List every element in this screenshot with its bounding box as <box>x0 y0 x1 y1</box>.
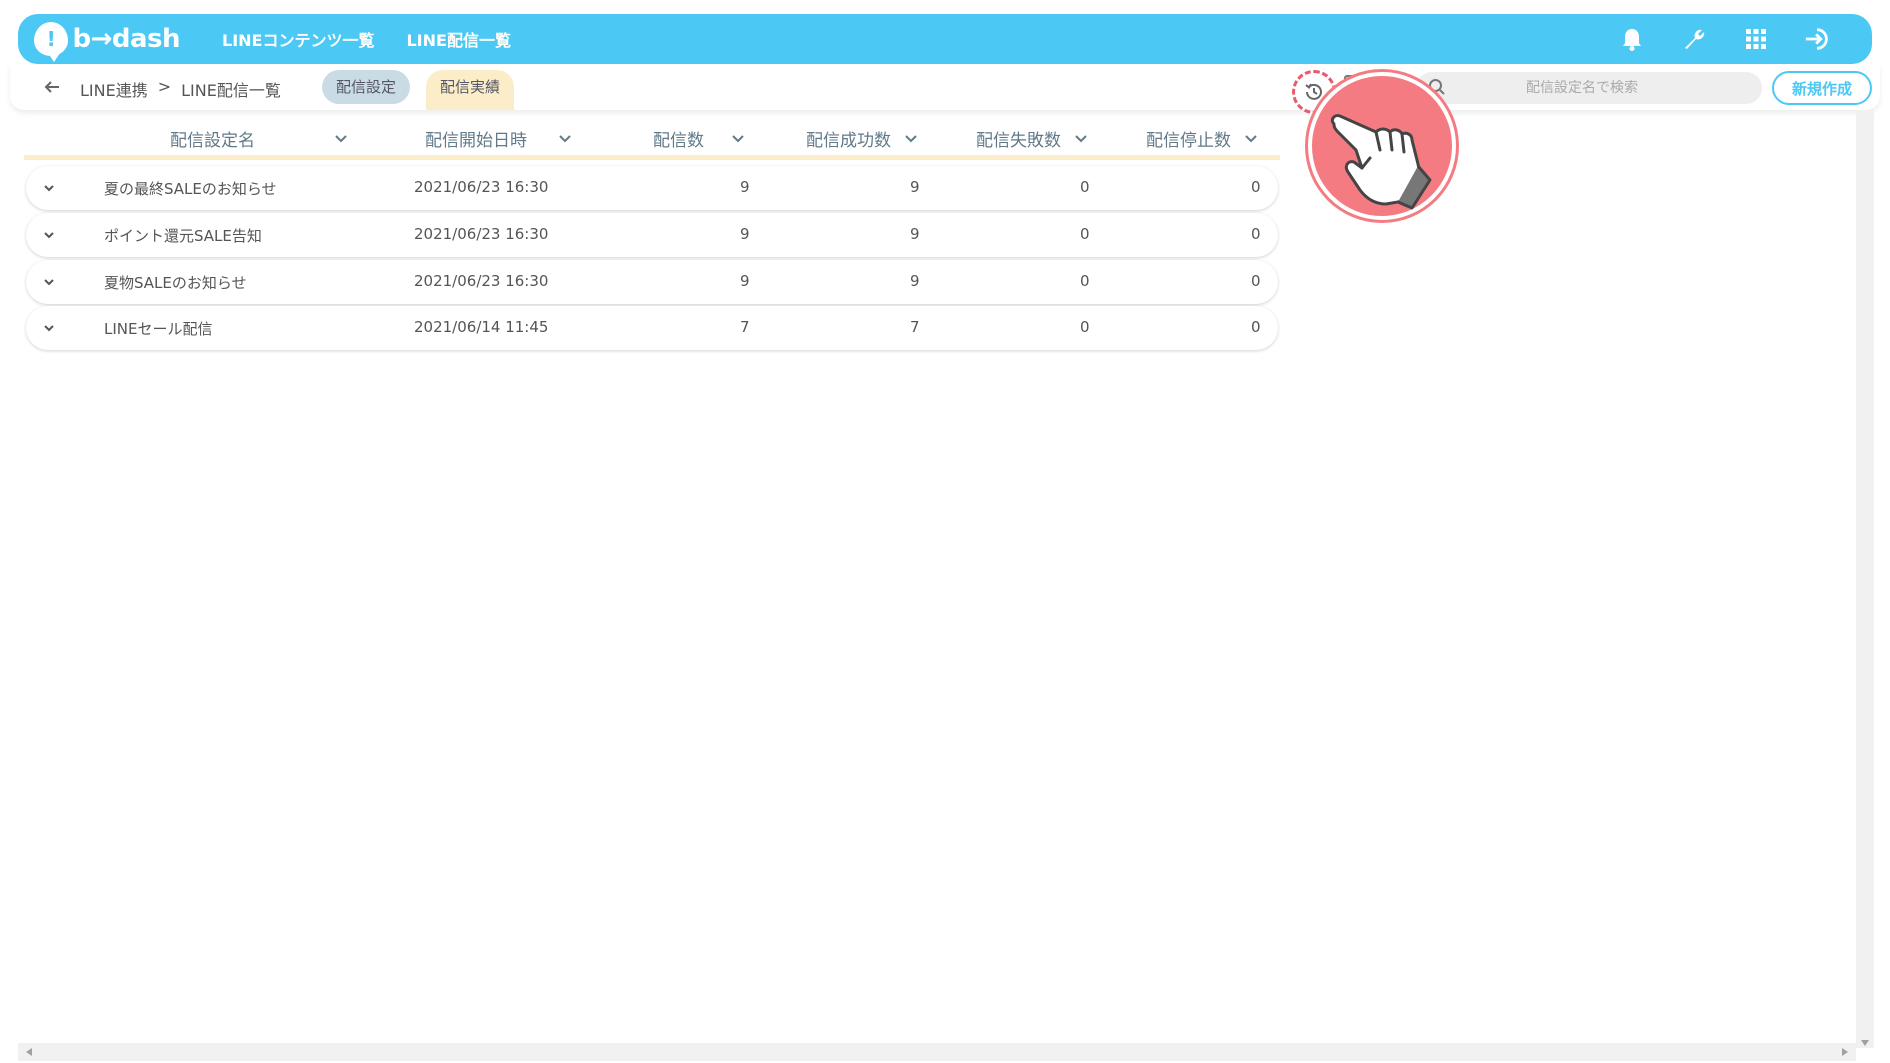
column-header-sent[interactable]: 配信数 <box>653 126 746 151</box>
breadcrumb-separator: > <box>157 77 172 96</box>
grid-icon[interactable] <box>1742 25 1770 53</box>
cell-stopped: 0 <box>1251 178 1261 196</box>
cell-sent: 9 <box>740 272 750 290</box>
cell-sent: 7 <box>740 318 750 336</box>
table-row[interactable]: 夏の最終SALEのお知らせ 2021/06/23 16:30 9 9 0 0 <box>26 166 1278 210</box>
chevron-down-icon[interactable] <box>40 226 58 244</box>
chevron-down-icon <box>1245 134 1257 142</box>
column-header-label: 配信数 <box>653 131 704 151</box>
table-row[interactable]: 夏物SALEのお知らせ 2021/06/23 16:30 9 9 0 0 <box>26 260 1278 304</box>
scroll-right-arrow-icon[interactable] <box>1842 1048 1848 1056</box>
back-arrow-icon[interactable] <box>40 75 64 99</box>
column-header-name[interactable]: 配信設定名 <box>170 126 349 151</box>
cell-sent: 9 <box>740 178 750 196</box>
breadcrumb-line-integration[interactable]: LINE連携 <box>80 77 148 101</box>
cell-name: 夏の最終SALEのお知らせ <box>104 180 277 198</box>
cell-start: 2021/06/23 16:30 <box>414 178 549 196</box>
breadcrumb: LINE連携 > LINE配信一覧 <box>80 77 281 101</box>
column-header-success[interactable]: 配信成功数 <box>806 126 919 151</box>
tab-delivery-settings[interactable]: 配信設定 <box>322 70 411 104</box>
chevron-down-icon <box>1075 134 1087 142</box>
sub-toolbar: LINE連携 > LINE配信一覧 配信設定 配信実績 新規作成 <box>10 64 1880 114</box>
cell-start: 2021/06/14 11:45 <box>414 318 549 336</box>
top-icons <box>1618 14 1832 64</box>
cell-failed: 0 <box>1080 178 1090 196</box>
column-header-label: 配信設定名 <box>170 131 255 151</box>
chevron-down-icon[interactable] <box>40 179 58 197</box>
column-header-label: 配信失敗数 <box>976 131 1061 151</box>
cell-failed: 0 <box>1080 225 1090 243</box>
column-header-start[interactable]: 配信開始日時 <box>425 126 573 151</box>
bell-icon[interactable] <box>1618 25 1646 53</box>
column-header-label: 配信成功数 <box>806 131 891 151</box>
table-header: 配信設定名 配信開始日時 配信数 配信成功数 配信失敗数 配信停止数 <box>24 120 1280 160</box>
table-row[interactable]: ポイント還元SALE告知 2021/06/23 16:30 9 9 0 0 <box>26 213 1278 257</box>
column-header-label: 配信停止数 <box>1146 131 1231 151</box>
tab-delivery-results[interactable]: 配信実績 <box>426 70 515 110</box>
nav-line-delivery-list[interactable]: LINE配信一覧 <box>406 27 510 51</box>
top-header: ! b→dash LINEコンテンツ一覧 LINE配信一覧 <box>18 14 1872 64</box>
cell-success: 9 <box>910 225 920 243</box>
vertical-scrollbar[interactable] <box>1856 110 1874 1048</box>
logo-bubble-icon: ! <box>34 22 69 62</box>
cell-name: LINEセール配信 <box>104 320 213 338</box>
pointing-hand-icon <box>1308 72 1456 220</box>
cell-stopped: 0 <box>1251 225 1261 243</box>
cell-success: 9 <box>910 272 920 290</box>
table-row[interactable]: LINEセール配信 2021/06/14 11:45 7 7 0 0 <box>26 306 1278 350</box>
breadcrumb-current: LINE配信一覧 <box>181 81 281 100</box>
chevron-down-icon[interactable] <box>40 273 58 291</box>
chevron-down-icon <box>732 134 744 142</box>
horizontal-scrollbar[interactable] <box>18 1043 1856 1061</box>
logo[interactable]: ! b→dash <box>34 19 180 62</box>
cell-stopped: 0 <box>1251 318 1261 336</box>
cell-name: ポイント還元SALE告知 <box>104 227 262 245</box>
chevron-down-icon[interactable] <box>40 319 58 337</box>
top-nav: LINEコンテンツ一覧 LINE配信一覧 <box>222 27 511 51</box>
chevron-down-icon <box>905 134 917 142</box>
logo-text: b→dash <box>72 24 180 54</box>
logout-icon[interactable] <box>1804 25 1832 53</box>
chevron-down-icon <box>335 134 347 142</box>
column-header-stopped[interactable]: 配信停止数 <box>1146 126 1259 151</box>
cell-success: 7 <box>910 318 920 336</box>
cell-failed: 0 <box>1080 318 1090 336</box>
scroll-left-arrow-icon[interactable] <box>26 1048 32 1056</box>
scroll-down-arrow-icon[interactable] <box>1861 1040 1869 1046</box>
chevron-down-icon <box>559 134 571 142</box>
cell-name: 夏物SALEのお知らせ <box>104 274 247 292</box>
nav-line-contents[interactable]: LINEコンテンツ一覧 <box>222 27 374 51</box>
column-header-failed[interactable]: 配信失敗数 <box>976 126 1089 151</box>
wrench-icon[interactable] <box>1680 25 1708 53</box>
cell-success: 9 <box>910 178 920 196</box>
search-input[interactable] <box>1416 72 1762 104</box>
cell-stopped: 0 <box>1251 272 1261 290</box>
new-create-button[interactable]: 新規作成 <box>1772 71 1872 105</box>
cell-failed: 0 <box>1080 272 1090 290</box>
column-header-label: 配信開始日時 <box>425 131 527 151</box>
cell-sent: 9 <box>740 225 750 243</box>
cell-start: 2021/06/23 16:30 <box>414 225 549 243</box>
cell-start: 2021/06/23 16:30 <box>414 272 549 290</box>
